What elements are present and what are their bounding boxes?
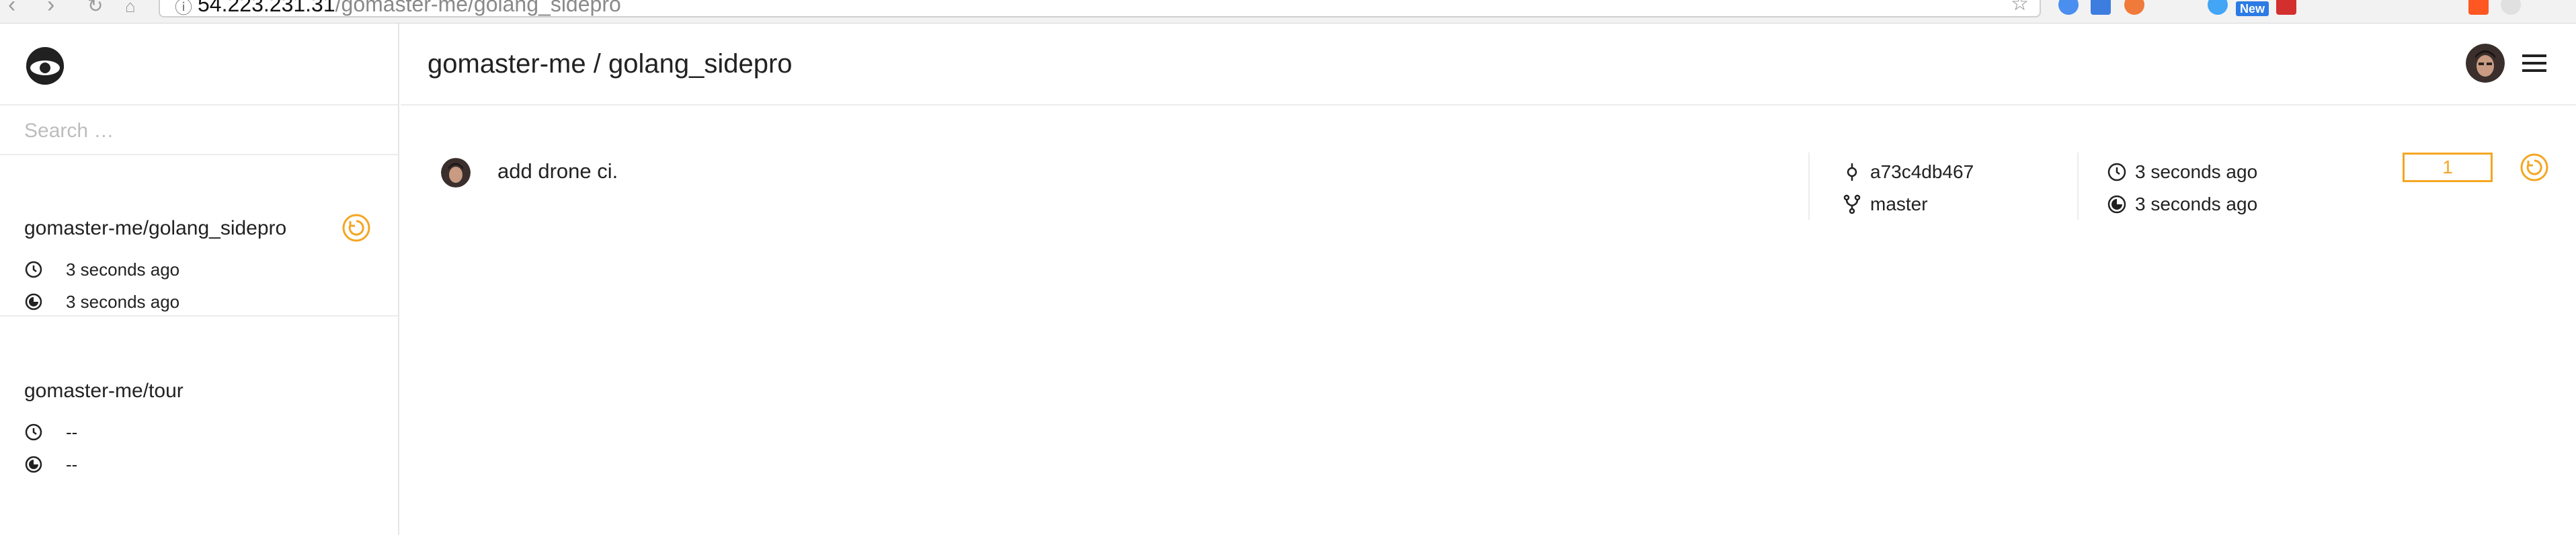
address-bar[interactable]: ⓘ 54.223.231.31/gomaster-me/golang_sidep… (159, 0, 2041, 17)
clock-icon (25, 423, 42, 441)
url-host: 54.223.231.31 (198, 0, 335, 16)
main-content: gomaster-me / golang_sidepro add drone c… (401, 24, 2576, 535)
branch-text: master (1870, 194, 1928, 214)
reload-icon[interactable]: ↻ (87, 0, 103, 17)
bookmark-star-icon[interactable]: ☆ (2011, 0, 2029, 15)
extension-icon[interactable] (2208, 0, 2228, 15)
extension-new-badge[interactable]: New (2236, 1, 2269, 16)
clock-icon (2107, 163, 2126, 181)
page-header: gomaster-me / golang_sidepro (401, 24, 2576, 106)
home-icon[interactable]: ⌂ (125, 0, 136, 17)
repo-name: gomaster-me/golang_sidepro (24, 217, 287, 239)
page-title: gomaster-me / golang_sidepro (428, 49, 793, 79)
extension-icon[interactable] (2058, 0, 2079, 15)
extension-icon[interactable] (2468, 0, 2489, 15)
pending-status-icon (342, 214, 370, 242)
build-number-badge[interactable]: 1 (2403, 153, 2493, 182)
repo-name: gomaster-me/tour (24, 380, 184, 402)
sidebar: gomaster-me/golang_sidepro 3 seconds ago… (0, 24, 399, 535)
site-info-icon[interactable]: ⓘ (175, 0, 192, 19)
repo-duration-text: -- (66, 454, 78, 475)
build-started-text: 3 seconds ago (2135, 161, 2258, 182)
repo-started-text: -- (66, 422, 78, 442)
column-divider (2077, 153, 2079, 220)
forward-icon[interactable]: › (47, 0, 54, 18)
drone-logo-icon[interactable] (24, 45, 66, 87)
extension-icon[interactable] (2091, 0, 2111, 15)
url-text: 54.223.231.31/gomaster-me/golang_sidepro (198, 0, 621, 17)
user-avatar[interactable] (2466, 44, 2505, 83)
url-path: /gomaster-me/golang_sidepro (335, 0, 621, 16)
commit-message: add drone ci. (497, 159, 618, 183)
build-duration-text: 3 seconds ago (2135, 194, 2258, 214)
clock-icon (25, 261, 42, 278)
timelapse-icon (25, 456, 42, 473)
repo-started-text: 3 seconds ago (66, 259, 180, 280)
repo-item[interactable]: gomaster-me/tour -- -- (0, 318, 398, 479)
pending-status-icon (2520, 153, 2548, 181)
branch-icon (1843, 194, 1861, 214)
browser-toolbar: ‹ › ↻ ⌂ ⓘ 54.223.231.31/gomaster-me/gola… (0, 0, 2576, 24)
search-input[interactable] (23, 118, 375, 145)
hamburger-menu-icon[interactable] (2521, 52, 2548, 75)
back-icon[interactable]: ‹ (8, 0, 15, 18)
commit-icon (1847, 163, 1857, 181)
timelapse-icon (2107, 195, 2126, 214)
repo-duration-text: 3 seconds ago (66, 292, 180, 312)
extension-icon[interactable] (2501, 0, 2521, 15)
search-box (0, 104, 398, 155)
extension-icon[interactable] (2276, 0, 2296, 15)
column-divider (1808, 153, 1810, 220)
build-row[interactable]: add drone ci. a73c4db467 master 3 second… (401, 153, 2576, 227)
commit-sha-text: a73c4db467 (1870, 161, 1974, 182)
extension-icon[interactable] (2124, 0, 2144, 15)
repo-item[interactable]: gomaster-me/golang_sidepro 3 seconds ago… (0, 155, 398, 317)
author-avatar (441, 158, 471, 188)
timelapse-icon (25, 293, 42, 311)
